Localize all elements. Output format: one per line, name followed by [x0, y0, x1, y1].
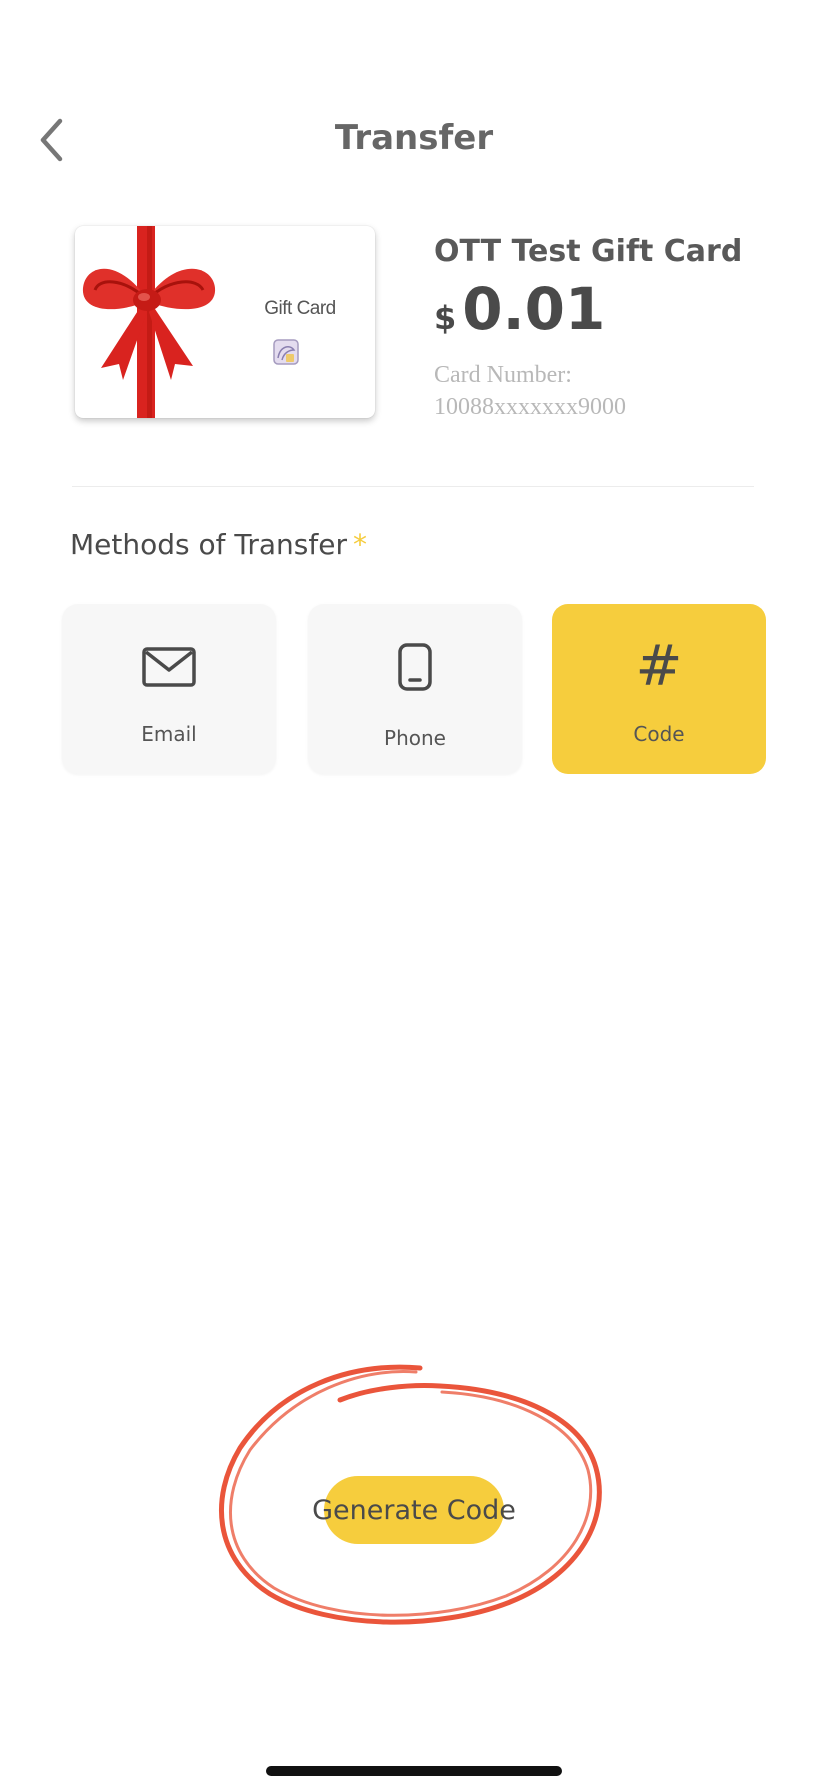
page-title: Transfer [334, 118, 494, 158]
method-code-label: Code [633, 722, 685, 746]
hash-icon: # [635, 634, 683, 699]
card-balance: $ 0.01 [434, 280, 605, 338]
currency-symbol: $ [434, 299, 457, 337]
method-phone-label: Phone [384, 726, 446, 750]
smartphone-icon [398, 643, 432, 691]
method-email[interactable]: Email [62, 604, 276, 774]
envelope-icon [142, 647, 196, 687]
method-code[interactable]: # Code [552, 604, 766, 774]
divider [72, 486, 754, 487]
required-mark: * [352, 528, 367, 561]
red-bow-icon [82, 226, 216, 418]
card-name: OTT Test Gift Card [434, 234, 743, 269]
card-image-label: Gift Card [264, 298, 336, 319]
method-phone[interactable]: Phone [308, 604, 522, 774]
methods-label: Methods of Transfer * [70, 528, 367, 561]
gift-card-image: Gift Card [75, 226, 375, 418]
card-chip-icon [273, 339, 299, 365]
generate-code-button[interactable]: Generate Code [312, 1476, 516, 1544]
balance-amount: 0.01 [462, 275, 606, 343]
methods-label-text: Methods of Transfer [70, 528, 347, 561]
home-indicator[interactable] [266, 1766, 562, 1776]
method-email-label: Email [141, 722, 197, 746]
card-number-label: Card Number: [434, 362, 572, 388]
card-number-value: 10088xxxxxxx9000 [434, 394, 626, 420]
